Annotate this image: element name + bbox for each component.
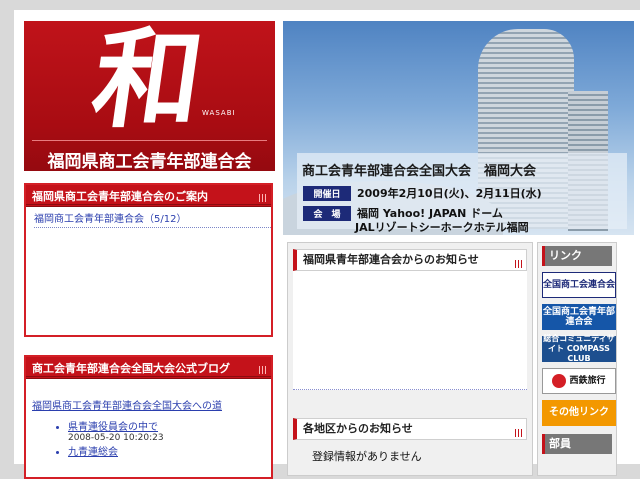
event-title: 商工会青年部連合会全国大会 福岡大会 xyxy=(302,164,537,179)
nishitetsu-label: 西鉄旅行 xyxy=(569,376,606,386)
event-date: 2009年2月10日(火)、2月11日(水) xyxy=(357,187,542,200)
official-blog-header: 商工会青年部連合会全国大会公式ブログ xyxy=(26,357,271,379)
federation-news-header: 福岡県青年部連合会からのお知らせ xyxy=(293,249,527,271)
association-info-link[interactable]: 福岡商工会青年部連合会（5/12） xyxy=(34,210,271,228)
site-logo[interactable]: 和 WASABI 福岡県商工会青年部連合会 xyxy=(24,21,275,171)
logo-small-text: WASABI xyxy=(202,109,236,117)
site-title: 福岡県商工会青年部連合会 xyxy=(47,152,252,171)
date-tag: 開催日 xyxy=(303,186,351,201)
links-header: リンク xyxy=(542,246,612,266)
venue-tag: 会 場 xyxy=(303,206,351,221)
blog-post-link[interactable]: 九青連総会 xyxy=(68,443,271,458)
federation-news-body xyxy=(293,271,527,390)
event-banner[interactable]: 商工会青年部連合会全国大会 福岡大会 開催日 2009年2月10日(火)、2月11… xyxy=(283,21,634,235)
event-date-row: 開催日 2009年2月10日(火)、2月11日(水) xyxy=(303,185,542,201)
link-national-youth-federation[interactable]: 全国商工会青年部連合会 xyxy=(542,304,616,330)
links-sidebar: リンク 全国商工会連合会 全国商工会青年部連合会 総合コミュニティサイト COM… xyxy=(537,242,617,476)
link-compass-club[interactable]: 総合コミュニティサイト COMPASS CLUB xyxy=(542,334,616,363)
logo-divider xyxy=(32,140,267,141)
blog-lead-link[interactable]: 福岡県商工会青年部連合会全国大会への道 xyxy=(32,397,271,412)
association-info-box: 福岡県商工会青年部連合会のご案内 福岡商工会青年部連合会（5/12） xyxy=(24,183,273,337)
official-blog-box: 商工会青年部連合会全国大会公式ブログ 福岡県商工会青年部連合会全国大会への道 県… xyxy=(24,355,273,479)
header-dots-icon xyxy=(259,194,267,202)
link-national-federation[interactable]: 全国商工会連合会 xyxy=(542,272,616,298)
header-dots-icon xyxy=(259,366,267,374)
page: 和 WASABI 福岡県商工会青年部連合会 商工会青年部連合会全国大会 福岡大会… xyxy=(14,10,640,479)
official-blog-title: 商工会青年部連合会全国大会公式ブログ xyxy=(32,362,230,375)
regional-news-header: 各地区からのお知らせ xyxy=(293,418,527,440)
blog-post-link[interactable]: 県青連役員会の中で xyxy=(68,418,271,433)
blog-post-list: 県青連役員会の中で xyxy=(26,418,271,433)
federation-news-title: 福岡県青年部連合会からのお知らせ xyxy=(303,253,479,266)
venue-line-2: JALリゾートシーホークホテル福岡 xyxy=(355,221,529,234)
association-info-header: 福岡県商工会青年部連合会のご案内 xyxy=(26,185,271,207)
regional-news-title: 各地区からのお知らせ xyxy=(303,422,413,435)
news-panel: 福岡県青年部連合会からのお知らせ 各地区からのお知らせ 登録情報がありません xyxy=(287,242,533,476)
blog-post-date: 2008-05-20 10:20:23 xyxy=(68,433,164,443)
blog-post-list: 九青連総会 xyxy=(26,443,271,458)
members-header: 部員 xyxy=(542,434,612,454)
header-dots-icon xyxy=(515,260,523,268)
nishitetsu-logo-icon xyxy=(552,374,567,388)
link-nishitetsu-travel[interactable]: 西鉄旅行 xyxy=(542,368,616,394)
link-other-links[interactable]: その他リンク xyxy=(542,400,616,426)
header-dots-icon xyxy=(515,429,523,437)
association-info-title: 福岡県商工会青年部連合会のご案内 xyxy=(32,190,208,203)
logo-brush-mark: 和 xyxy=(85,21,211,143)
regional-news-empty: 登録情報がありません xyxy=(312,450,422,463)
